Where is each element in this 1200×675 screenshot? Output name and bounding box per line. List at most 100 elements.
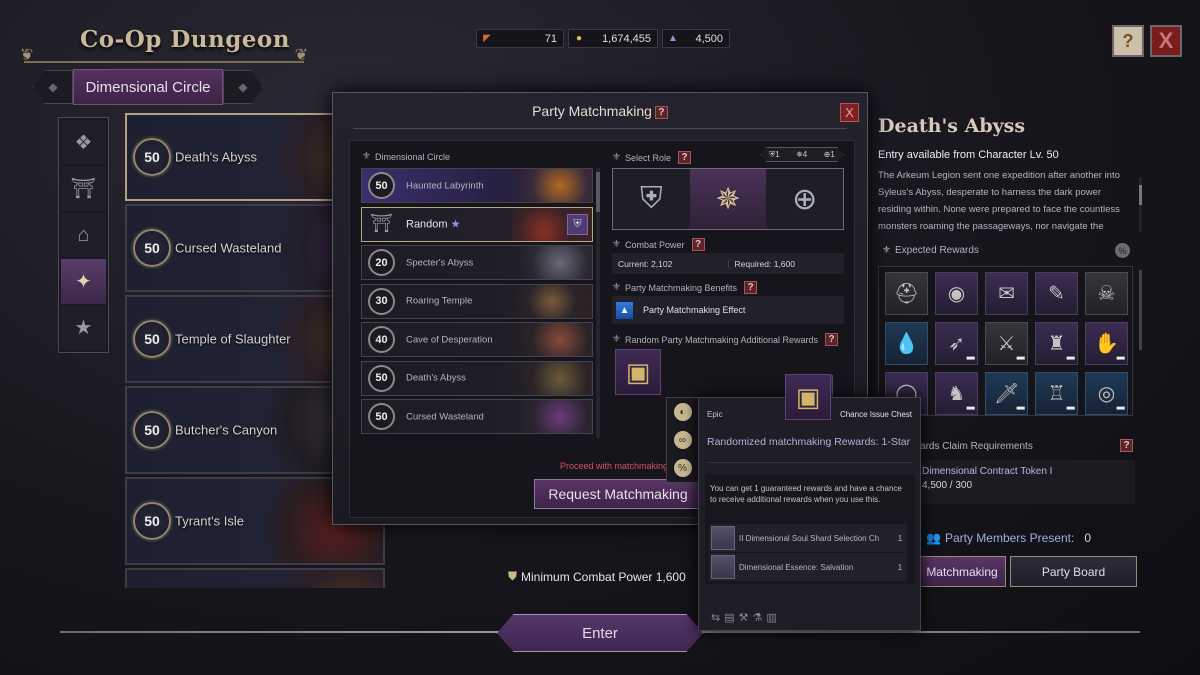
mode-label: Dimensional Circle <box>73 69 223 105</box>
more-options-icon: ■■■ <box>1116 356 1125 362</box>
next-mode-button[interactable]: ◆ <box>223 70 263 104</box>
dungeon-title: Death's Abyss <box>878 115 1026 137</box>
claim-help-button[interactable]: ? <box>1120 439 1133 452</box>
combat-power-help-button[interactable]: ? <box>691 238 705 251</box>
currency-value: 71 <box>544 32 557 45</box>
tooltip-item-name: II Dimensional Soul Shard Selection Ch <box>739 533 880 543</box>
tab-dimensional-circle[interactable]: ✦ <box>61 259 106 304</box>
description-scrollbar[interactable] <box>1139 177 1142 232</box>
circle-list: 50 Haunted Labyrinth ⛩ Random ★ ⛨ 20 Spec… <box>361 168 593 444</box>
percent-icon[interactable]: % <box>673 459 692 477</box>
modal-help-button[interactable]: ? <box>654 105 668 119</box>
circle-item[interactable]: 20 Specter's Abyss <box>361 245 593 280</box>
modal-close-button[interactable]: X <box>840 103 859 122</box>
matchmaking-button[interactable]: Matchmaking <box>918 556 1006 587</box>
gate-icon: ⌂ <box>77 223 90 246</box>
circle-item[interactable]: 40 Cave of Desperation <box>361 322 593 357</box>
reward-grid: ⛑ ◉ ✉ ✎ ☠ 💧 ➶ ■■■ ⚔ ■■■ ♜ ■■■ ✋ ■■■ ◯ ♞ ■■■ 🗡 ■■■ ♖ ■■■ ◎ ■■■ <box>878 266 1133 416</box>
prev-mode-button[interactable]: ◆ <box>33 70 73 104</box>
link-icon[interactable]: ∞ <box>673 431 692 449</box>
role-help-button[interactable]: ? <box>678 151 691 164</box>
fleur-icon: ⚜ <box>362 151 371 162</box>
circle-name: Random ★ <box>406 218 460 231</box>
role-healer-button[interactable]: ⊕ <box>766 169 844 229</box>
tab-all[interactable]: ❖ <box>61 120 106 165</box>
tab-gate[interactable]: ⌂ <box>61 212 106 258</box>
reward-item[interactable]: ⚔ ■■■ <box>985 322 1028 365</box>
boots-icon: ♞ <box>947 383 966 405</box>
greatsword-icon: 🗡 <box>993 383 1020 405</box>
more-options-icon: ■■■ <box>1016 356 1025 362</box>
more-options-icon: ■■■ <box>966 356 975 362</box>
entry-requirement: Entry available from Character Lv. 50 <box>878 149 1059 161</box>
reward-item[interactable]: ◉ <box>935 272 978 315</box>
level-badge: 50 <box>368 403 395 430</box>
reward-item[interactable]: ✎ <box>1035 272 1078 315</box>
role-dps-button[interactable]: ✵ <box>689 169 767 229</box>
currency-gold: ● 1,674,455 <box>568 29 658 48</box>
reward-item[interactable]: ♖ ■■■ <box>1035 372 1078 415</box>
benefit-row[interactable]: ▲ Party Matchmaking Effect <box>612 296 844 324</box>
reward-item[interactable]: 💧 <box>885 322 928 365</box>
reward-item[interactable]: 🗡 ■■■ <box>985 372 1028 415</box>
flask-icon: ⚗ <box>752 612 763 624</box>
party-present-value: 0 <box>1084 531 1092 545</box>
reward-item[interactable]: ♜ ■■■ <box>1035 322 1078 365</box>
level-badge: 50 <box>133 229 171 267</box>
reward-grid-scrollbar[interactable] <box>1139 270 1142 350</box>
reward-item[interactable]: ☠ <box>1085 272 1128 315</box>
reward-item[interactable]: ◎ ■■■ <box>1085 372 1128 415</box>
item-description: You can get 1 guaranteed rewards and hav… <box>710 484 902 504</box>
expected-rewards-text: Expected Rewards <box>894 245 979 256</box>
circle-art <box>512 169 592 202</box>
reward-chest-slot[interactable]: ▣ <box>615 349 661 395</box>
cross-icon: ⊕ <box>792 182 818 216</box>
level-badge: 30 <box>368 287 395 315</box>
count: 1 <box>775 149 780 159</box>
circle-item[interactable]: 30 Roaring Temple <box>361 283 593 319</box>
gauntlet-sword-icon: ⚔ <box>997 333 1016 355</box>
enter-button[interactable]: Enter <box>497 614 703 652</box>
dungeon-card[interactable] <box>125 568 385 588</box>
help-button[interactable]: ? <box>1112 25 1144 57</box>
percent-icon: % <box>1118 245 1127 256</box>
request-matchmaking-button[interactable]: Request Matchmaking <box>534 479 702 509</box>
mouse-icon[interactable]: ◐ <box>673 403 692 421</box>
reward-item[interactable]: ⛑ <box>885 272 928 315</box>
star-icon: ★ <box>74 317 93 340</box>
reward-item[interactable]: ✋ ■■■ <box>1085 322 1128 365</box>
level-badge: 50 <box>133 502 171 540</box>
level-badge: 40 <box>368 326 395 353</box>
circle-item[interactable]: 50 Cursed Wasteland <box>361 399 593 434</box>
tooltip-item-qty: 1 <box>897 562 903 572</box>
helmet-icon: ⛑ <box>893 283 920 305</box>
drop-rate-button[interactable]: % <box>1115 243 1130 258</box>
close-button[interactable]: X <box>1150 25 1182 57</box>
reward-item[interactable]: ✉ <box>985 272 1028 315</box>
gate-calendar-icon: ⛩ <box>70 178 97 201</box>
currency-value: 1,674,455 <box>602 32 651 45</box>
tooltip-item-qty: 1 <box>897 533 903 543</box>
fleur-icon: ⚜ <box>612 239 621 250</box>
tab-scheduled[interactable]: ⛩ <box>61 166 106 211</box>
additional-rewards-help-button[interactable]: ? <box>825 333 839 346</box>
currency-ticket: ◤ 71 <box>476 29 564 48</box>
benefits-help-button[interactable]: ? <box>744 281 758 294</box>
circle-item[interactable]: 50 Haunted Labyrinth <box>361 168 593 203</box>
mode-selector[interactable]: ◆ Dimensional Circle ◆ <box>33 68 263 106</box>
page-title: Co-Op Dungeon <box>80 26 290 53</box>
circle-list-scrollbar[interactable] <box>596 168 600 438</box>
circle-item-random[interactable]: ⛩ Random ★ ⛨ <box>361 206 593 242</box>
party-board-button[interactable]: Party Board <box>1010 556 1137 587</box>
fleur-icon: ⚜ <box>612 334 621 345</box>
tab-favorites[interactable]: ★ <box>61 305 106 351</box>
reward-item[interactable]: ♞ ■■■ <box>935 372 978 415</box>
currency-bar: ◤ 71 ● 1,674,455 ▲ 4,500 <box>476 29 730 48</box>
reward-item[interactable]: ➶ ■■■ <box>935 322 978 365</box>
dungeon-name: Cursed Wasteland <box>175 240 282 256</box>
circle-item[interactable]: 50 Death's Abyss <box>361 360 593 396</box>
role-tank-button[interactable]: ⛨ <box>613 169 690 229</box>
essence-icon <box>711 555 735 579</box>
current-cp: Current: 2,102 <box>618 258 673 269</box>
tooltip-item: II Dimensional Soul Shard Selection Ch 1 <box>709 524 907 552</box>
